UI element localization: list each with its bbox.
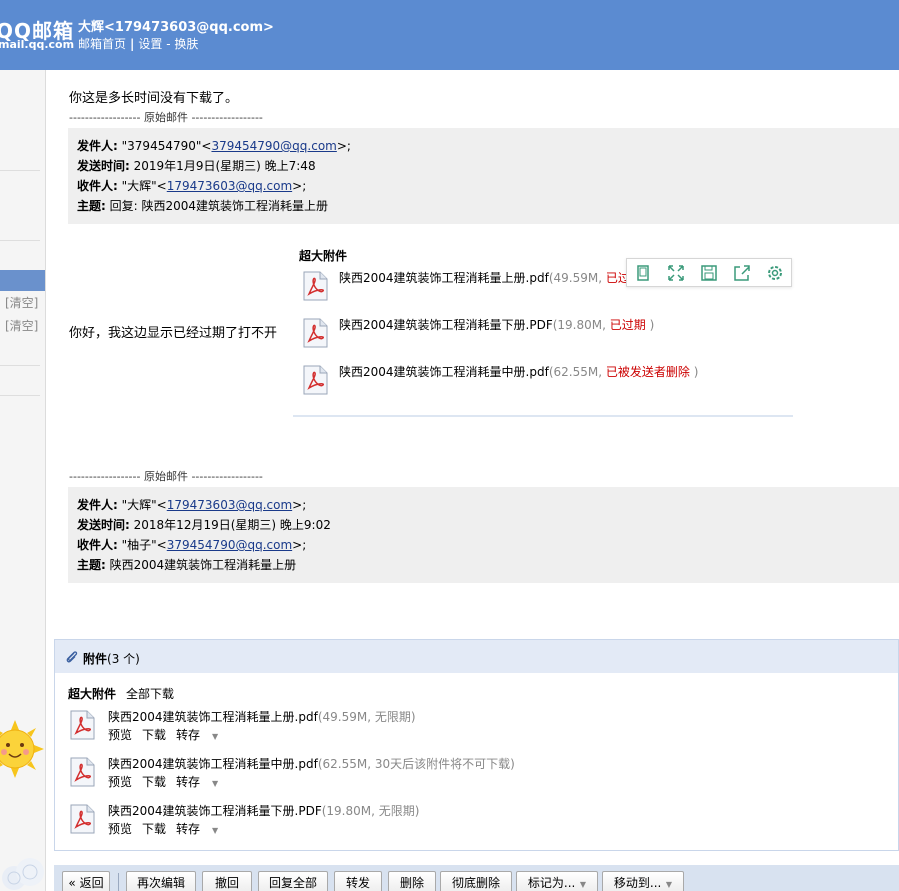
sun-mascot-icon	[0, 720, 44, 778]
toolbar-separator	[118, 873, 119, 891]
attachment-name[interactable]: 陕西2004建筑装饰工程消耗量下册.PDF	[108, 804, 322, 818]
pdf-file-icon	[70, 710, 95, 740]
meta-subject: 主题: 回复: 陕西2004建筑装饰工程消耗量上册	[77, 199, 329, 213]
settings-gear-icon[interactable]	[765, 263, 785, 283]
pdf-file-icon	[303, 365, 328, 395]
save-to-link[interactable]: 转存 ▼	[176, 822, 228, 836]
download-link[interactable]: 下载	[142, 822, 166, 836]
inline-attachment-item[interactable]: 陕西2004建筑装饰工程消耗量中册.pdf(62.55M, 已被发送者删除 )	[301, 363, 781, 395]
pdf-file-icon	[70, 804, 95, 834]
mail-content: 你这是多长时间没有下载了。 ------------------ 原始邮件 --…	[54, 70, 899, 891]
copy-icon[interactable]	[633, 263, 653, 283]
pdf-file-icon	[70, 757, 95, 787]
forward-button[interactable]: 转发	[334, 871, 382, 891]
nav-skin-link[interactable]: 换肤	[174, 37, 198, 51]
meta-subject: 主题: 陕西2004建筑装饰工程消耗量上册	[77, 558, 297, 572]
recall-button[interactable]: 撤回	[202, 871, 252, 891]
attachments-count: (3 个)	[107, 652, 140, 666]
dropdown-caret-icon: ▼	[212, 779, 219, 788]
reedit-button[interactable]: 再次编辑	[126, 871, 196, 891]
sidebar-divider	[0, 240, 40, 241]
nav-home-link[interactable]: 邮箱首页	[78, 37, 126, 51]
delete-button[interactable]: 删除	[388, 871, 436, 891]
original-mail-divider: ------------------ 原始邮件 ----------------…	[69, 470, 263, 483]
attachments-panel: 附件(3 个) 超大附件 全部下载 陕西2004建筑装饰工程消耗量上册.pdf(4…	[54, 639, 899, 851]
sidebar-divider	[0, 170, 40, 171]
attachments-header: 附件(3 个)	[55, 640, 898, 673]
sidebar-clear-link[interactable]: [清空]	[5, 294, 38, 311]
attachments-title: 附件	[83, 652, 108, 666]
original-mail-divider: ------------------ 原始邮件 ----------------…	[69, 111, 263, 124]
back-button[interactable]: « 返回	[62, 871, 110, 891]
to-email-link[interactable]: 179473603@qq.com	[167, 179, 292, 193]
meta-time: 发送时间: 2019年1月9日(星期三) 晚上7:48	[77, 159, 316, 173]
meta-to: 收件人: "柚子"<379454790@qq.com>;	[77, 538, 307, 552]
attachment-name[interactable]: 陕西2004建筑装饰工程消耗量中册.pdf	[108, 757, 318, 771]
meta-time: 发送时间: 2018年12月19日(星期三) 晚上9:02	[77, 518, 331, 532]
attachment-name[interactable]: 陕西2004建筑装饰工程消耗量上册.pdf	[339, 271, 549, 285]
sidebar-selected-item[interactable]	[0, 270, 45, 291]
reply-all-button[interactable]: 回复全部	[258, 871, 328, 891]
attachment-row: 陕西2004建筑装饰工程消耗量上册.pdf(49.59M, 无限期) 预览 下载转…	[68, 708, 668, 748]
attachment-name[interactable]: 陕西2004建筑装饰工程消耗量下册.PDF	[339, 318, 553, 332]
super-attachment-label: 超大附件	[68, 687, 117, 701]
move-to-dropdown[interactable]: 移动到... ▼	[602, 871, 684, 891]
download-link[interactable]: 下载	[142, 728, 166, 742]
mark-as-dropdown[interactable]: 标记为... ▼	[516, 871, 598, 891]
top-header: QQ邮箱 mail.qq.com 大辉<179473603@qq.com> 邮箱…	[0, 0, 899, 70]
meta-from: 发件人: "大辉"<179473603@qq.com>;	[77, 498, 307, 512]
pdf-file-icon	[303, 271, 328, 301]
logo-domain: mail.qq.com	[0, 38, 75, 51]
header-nav: 邮箱首页 | 设置 - 换肤	[78, 35, 198, 52]
to-email-link[interactable]: 379454790@qq.com	[167, 538, 292, 552]
save-icon[interactable]	[699, 263, 719, 283]
attachment-meta: (62.55M, 30天后该附件将不可下载)	[317, 757, 515, 771]
download-all-link[interactable]: 全部下载	[126, 687, 174, 701]
delete-permanently-button[interactable]: 彻底删除	[440, 871, 512, 891]
pdf-file-icon	[303, 318, 328, 348]
sidebar-divider	[0, 365, 40, 366]
share-icon[interactable]	[732, 263, 752, 283]
from-email-link[interactable]: 379454790@qq.com	[211, 139, 336, 153]
sidebar-divider	[0, 395, 40, 396]
paperclip-icon	[66, 651, 78, 663]
attachment-status: 已被发送者删除	[605, 365, 690, 379]
nav-separator: |	[130, 37, 135, 51]
nav-settings-link[interactable]: 设置	[138, 37, 162, 51]
reply-body-text: 你这是多长时间没有下载了。	[69, 91, 239, 106]
quoted-body-text: 你好，我这边显示已经过期了打不开	[69, 326, 278, 341]
save-to-link[interactable]: 转存 ▼	[176, 728, 228, 742]
download-link[interactable]: 下载	[142, 775, 166, 789]
dropdown-caret-icon: ▼	[577, 880, 587, 889]
from-email-link[interactable]: 179473603@qq.com	[167, 498, 292, 512]
original-mail-meta: 发件人: "大辉"<179473603@qq.com>; 发送时间: 2018年…	[68, 487, 899, 583]
preview-link[interactable]: 预览	[108, 775, 132, 789]
preview-link[interactable]: 预览	[108, 728, 132, 742]
attachment-row: 陕西2004建筑装饰工程消耗量中册.pdf(62.55M, 30天后该附件将不可…	[68, 755, 668, 795]
inline-attachment-item[interactable]: 陕西2004建筑装饰工程消耗量下册.PDF(19.80M, 已过期 )	[301, 316, 781, 348]
original-mail-meta: 发件人: "379454790"<379454790@qq.com>; 发送时间…	[68, 128, 899, 224]
cloud-decoration-icon	[2, 858, 44, 890]
attachment-meta: (49.59M, 无限期)	[317, 710, 416, 724]
sidebar-clear-link[interactable]: [清空]	[5, 317, 38, 334]
floating-toolbar	[626, 258, 792, 287]
fullscreen-icon[interactable]	[666, 263, 686, 283]
save-to-link[interactable]: 转存 ▼	[176, 775, 228, 789]
attachment-row: 陕西2004建筑装饰工程消耗量下册.PDF(19.80M, 无限期) 预览 下载转…	[68, 802, 668, 842]
current-user: 大辉<179473603@qq.com>	[78, 20, 274, 35]
left-sidebar: [清空] [清空]	[0, 70, 46, 891]
attachment-name[interactable]: 陕西2004建筑装饰工程消耗量中册.pdf	[339, 365, 549, 379]
attachment-meta: (19.80M, 无限期)	[321, 804, 420, 818]
attachment-name[interactable]: 陕西2004建筑装饰工程消耗量上册.pdf	[108, 710, 318, 724]
preview-link[interactable]: 预览	[108, 822, 132, 836]
nav-dash: -	[166, 37, 171, 51]
mail-action-toolbar: « 返回 再次编辑 撤回 回复全部 转发 删除 彻底删除 标记为... ▼ 移动…	[54, 865, 899, 891]
dropdown-caret-icon: ▼	[212, 732, 219, 741]
dropdown-caret-icon: ▼	[212, 826, 219, 835]
dropdown-caret-icon: ▼	[663, 880, 673, 889]
meta-to: 收件人: "大辉"<179473603@qq.com>;	[77, 179, 307, 193]
meta-from: 发件人: "379454790"<379454790@qq.com>;	[77, 139, 351, 153]
attachment-status: 已过期	[609, 318, 646, 332]
inline-attachment-title: 超大附件	[299, 249, 348, 263]
